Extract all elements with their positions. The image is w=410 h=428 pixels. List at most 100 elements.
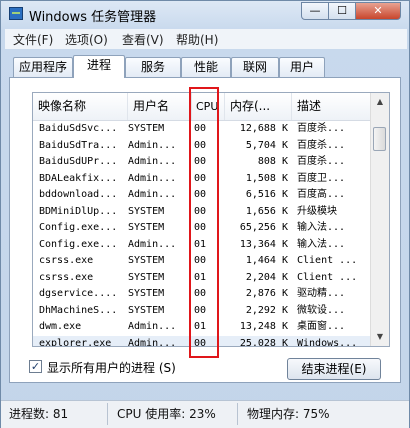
row-memory: 1,656 K [245,205,288,217]
table-row[interactable]: BaiduSdSvc... SYSTEM 00 12,688 K 百度杀... [33,121,370,138]
status-process-count: 进程数: 81 [9,407,69,421]
table-row[interactable]: dgservice.... SYSTEM 00 2,876 K 驱动精... [33,286,370,303]
table-row[interactable]: DhMachineS... SYSTEM 00 2,292 K 微软设... [33,303,370,320]
row-memory: 13,364 K [239,238,288,250]
row-description: 微软设... [297,304,346,316]
tab-networking[interactable]: 联网 [231,57,279,77]
status-bar: 进程数: 81 CPU 使用率: 23% 物理内存: 75% [1,400,409,428]
row-cpu: 01 [194,321,207,332]
row-description: 输入法... [297,238,346,250]
process-rows: BaiduSdSvc... SYSTEM 00 12,688 K 百度杀... Baidu… [33,121,370,347]
process-list[interactable]: 映像名称 用户名 CPU 内存(... 描述 BaiduSdSvc... SYST… [32,92,390,347]
tab-applications[interactable]: 应用程序 [13,57,73,77]
row-user-name: Admin... [128,337,177,347]
end-process-button[interactable]: 结束进程(E) [287,358,381,380]
row-cpu: 00 [194,337,207,347]
row-user-name: Admin... [128,156,177,167]
row-image-name: Config.exe... [39,222,118,233]
row-cpu: 00 [194,304,207,316]
row-memory: 65,256 K [239,222,288,233]
table-row[interactable]: BaiduSdUPr... Admin... 00 808 K 百度杀... [33,154,370,171]
show-all-users-checkbox[interactable]: ✓ [29,360,42,373]
row-image-name: csrss.exe [39,271,94,283]
tab-processes[interactable]: 进程 [73,55,125,78]
row-memory: 2,876 K [245,288,288,299]
processes-panel: 映像名称 用户名 CPU 内存(... 描述 BaiduSdSvc... SYST… [9,77,401,383]
table-row[interactable]: csrss.exe SYSTEM 00 1,464 K Client ... [33,253,370,270]
row-user-name: Admin... [128,321,177,332]
tab-services[interactable]: 服务 [125,57,181,77]
column-description[interactable]: 描述 [292,93,370,120]
row-cpu: 00 [194,205,207,217]
row-cpu: 00 [194,288,207,299]
row-image-name: DhMachineS... [39,304,118,316]
row-memory: 1,508 K [245,172,288,184]
row-image-name: BDMiniDlUp... [39,205,118,217]
status-divider [107,403,108,425]
status-cpu-usage: CPU 使用率: 23% [117,407,216,421]
row-cpu: 00 [194,189,207,200]
task-manager-window: Windows 任务管理器 — ☐ ✕ 文件(F) 选项(O) 查看(V) 帮助… [0,0,410,428]
row-description: 输入法... [297,222,346,233]
minimize-button[interactable]: — [301,2,329,20]
row-memory: 25,028 K [239,337,288,347]
row-description: Client ... [297,271,358,283]
menu-options[interactable]: 选项(O) [65,31,108,48]
row-cpu: 01 [194,271,207,283]
row-user-name: Admin... [128,189,177,200]
menu-bar: 文件(F) 选项(O) 查看(V) 帮助(H) [5,29,407,49]
row-description: 桌面窗... [297,321,346,332]
column-memory[interactable]: 内存(... [225,93,292,120]
table-row[interactable]: BaiduSdTra... Admin... 00 5,704 K 百度杀... [33,138,370,155]
row-image-name: BaiduSdUPr... [39,156,118,167]
row-user-name: SYSTEM [128,255,165,266]
scroll-thumb[interactable] [373,127,386,151]
menu-view[interactable]: 查看(V) [122,31,164,48]
row-description: 升级模块 [297,205,337,217]
table-row[interactable]: BDMiniDlUp... SYSTEM 00 1,656 K 升级模块 [33,204,370,221]
row-image-name: BaiduSdTra... [39,139,118,151]
row-cpu: 00 [194,123,207,134]
vertical-scrollbar[interactable]: ▲ ▼ [370,93,389,346]
title-bar[interactable]: Windows 任务管理器 — ☐ ✕ [1,1,409,27]
row-image-name: Config.exe... [39,238,118,250]
row-memory: 2,292 K [245,304,288,316]
row-memory: 1,464 K [245,255,288,266]
row-user-name: SYSTEM [128,205,165,217]
column-cpu[interactable]: CPU [192,93,225,120]
row-description: 驱动精... [297,288,346,299]
column-user-name[interactable]: 用户名 [128,93,192,120]
row-user-name: SYSTEM [128,288,165,299]
table-row[interactable]: Config.exe... Admin... 01 13,364 K 输入法... [33,237,370,254]
row-description: 百度杀... [297,123,346,134]
tab-performance[interactable]: 性能 [181,57,231,77]
table-row[interactable]: dwm.exe Admin... 01 13,248 K 桌面窗... [33,319,370,336]
row-cpu: 00 [194,139,207,151]
menu-help[interactable]: 帮助(H) [176,31,218,48]
column-image-name[interactable]: 映像名称 [33,93,128,120]
tab-users[interactable]: 用户 [279,57,325,77]
row-image-name: dwm.exe [39,321,82,332]
table-row[interactable]: BDALeakfix... Admin... 00 1,508 K 百度卫... [33,171,370,188]
status-physical-memory: 物理内存: 75% [247,407,330,421]
column-header-row: 映像名称 用户名 CPU 内存(... 描述 [33,93,370,121]
row-user-name: SYSTEM [128,123,165,134]
table-row[interactable]: explorer.exe Admin... 00 25,028 K Windows... [33,335,370,347]
close-button[interactable]: ✕ [355,2,401,20]
row-description: 百度杀... [297,139,346,151]
menu-file[interactable]: 文件(F) [13,31,53,48]
row-image-name: BaiduSdSvc... [39,123,118,134]
scroll-down-arrow-icon[interactable]: ▼ [372,329,388,345]
show-all-users-label[interactable]: 显示所有用户的进程 (S) [47,359,176,376]
maximize-button[interactable]: ☐ [328,2,356,20]
table-row[interactable]: Config.exe... SYSTEM 00 65,256 K 输入法... [33,220,370,237]
status-divider [237,403,238,425]
scroll-up-arrow-icon[interactable]: ▲ [372,94,388,110]
row-user-name: Admin... [128,238,177,250]
task-manager-icon [9,7,23,20]
table-row[interactable]: csrss.exe SYSTEM 01 2,204 K Client ... [33,270,370,287]
table-row[interactable]: bddownload... Admin... 00 6,516 K 百度高... [33,187,370,204]
row-user-name: SYSTEM [128,222,165,233]
row-memory: 2,204 K [245,271,288,283]
row-user-name: SYSTEM [128,271,165,283]
